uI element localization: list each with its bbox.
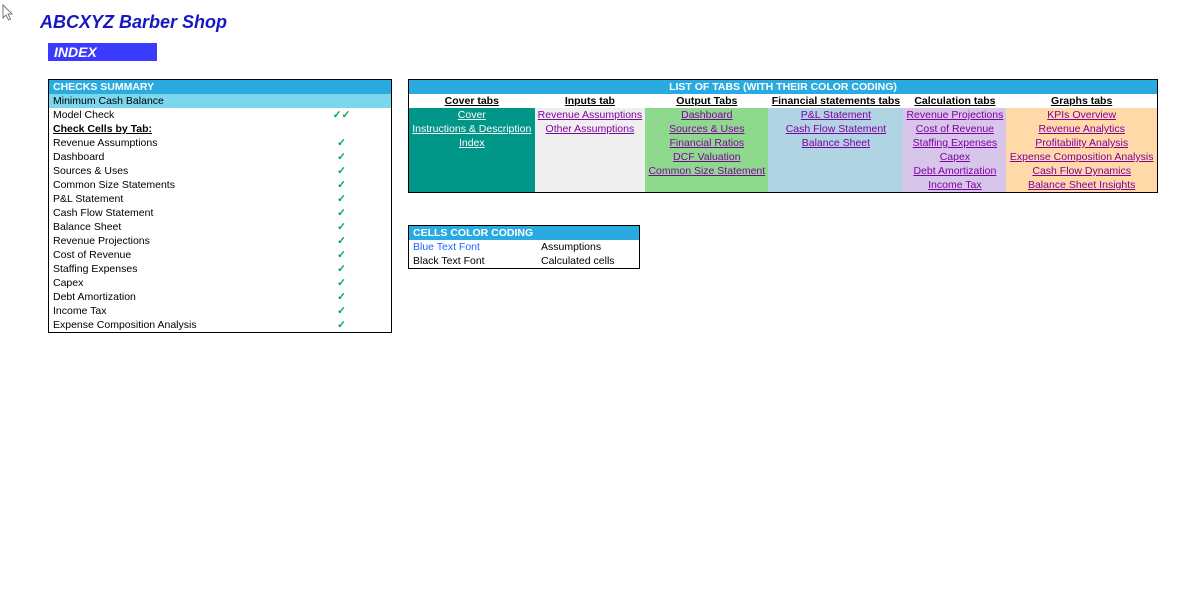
list-of-tabs-table: LIST OF TABS (WITH THEIR COLOR CODING) C… [408, 79, 1158, 193]
check-mark-icon: ✓ [292, 178, 392, 192]
checks-header: CHECKS SUMMARY [49, 80, 392, 95]
tab-link[interactable]: Cover [458, 109, 486, 121]
tab-link[interactable]: Sources & Uses [669, 123, 744, 135]
tab-link[interactable]: Index [459, 137, 485, 149]
check-mark-icon: ✓ [292, 164, 392, 178]
checks-row-label: Model Check [49, 108, 293, 122]
tabs-column-header: Financial statements tabs [768, 94, 903, 108]
tabs-column-header: Output Tabs [645, 94, 768, 108]
checks-row-label: Revenue Assumptions [49, 136, 293, 150]
tabs-column-header: Calculation tabs [903, 94, 1006, 108]
index-badge: INDEX [48, 43, 157, 61]
checks-row-label: Balance Sheet [49, 220, 293, 234]
checks-summary-table: CHECKS SUMMARY Minimum Cash BalanceModel… [48, 79, 392, 333]
check-mark-icon: ✓ [292, 304, 392, 318]
tab-link[interactable]: Common Size Statement [648, 165, 765, 177]
checks-row-label: Check Cells by Tab: [49, 122, 293, 136]
check-mark-icon: ✓ [292, 276, 392, 290]
checks-row-label: Cash Flow Statement [49, 206, 293, 220]
tab-link[interactable]: Debt Amortization [913, 165, 996, 177]
tab-link[interactable]: Profitability Analysis [1035, 137, 1128, 149]
checks-row-label: Expense Composition Analysis [49, 318, 293, 333]
check-mark-icon: ✓ [292, 248, 392, 262]
tab-link[interactable]: Revenue Assumptions [538, 109, 642, 121]
tab-link[interactable]: Capex [940, 151, 970, 163]
tab-link[interactable]: Other Assumptions [546, 123, 635, 135]
tab-link[interactable]: P&L Statement [801, 109, 871, 121]
check-mark-icon: ✓ [292, 192, 392, 206]
tabs-column-header: Graphs tabs [1006, 94, 1157, 108]
cells-color-coding-table: CELLS COLOR CODING Blue Text FontAssumpt… [408, 225, 640, 269]
check-mark-icon: ✓ [292, 262, 392, 276]
coding-meaning: Calculated cells [537, 254, 640, 269]
tab-link[interactable]: Cost of Revenue [916, 123, 994, 135]
check-mark-icon: ✓ [292, 150, 392, 164]
coding-label: Black Text Font [409, 254, 538, 269]
tab-link[interactable]: Revenue Projections [906, 109, 1003, 121]
checks-row-label: P&L Statement [49, 192, 293, 206]
tab-link[interactable]: Financial Ratios [669, 137, 744, 149]
tab-link[interactable]: Dashboard [681, 109, 732, 121]
checks-row-label: Income Tax [49, 304, 293, 318]
page-title: ABCXYZ Barber Shop [40, 12, 1200, 33]
tab-link[interactable]: DCF Valuation [673, 151, 741, 163]
check-mark-icon: ✓ [292, 234, 392, 248]
tab-link[interactable]: Balance Sheet [802, 137, 870, 149]
tabs-title: LIST OF TABS (WITH THEIR COLOR CODING) [409, 80, 1158, 95]
coding-label: Blue Text Font [409, 240, 538, 254]
check-mark-icon: ✓ [292, 220, 392, 234]
check-mark-icon: ✓✓ [292, 108, 392, 122]
check-mark-icon: ✓ [292, 206, 392, 220]
coding-meaning: Assumptions [537, 240, 640, 254]
check-mark-icon [292, 94, 392, 108]
checks-row-label: Staffing Expenses [49, 262, 293, 276]
check-mark-icon: ✓ [292, 290, 392, 304]
tabs-column-header: Cover tabs [409, 94, 535, 108]
tab-link[interactable]: Balance Sheet Insights [1028, 179, 1135, 191]
check-mark-icon: ✓ [292, 136, 392, 150]
checks-row-label: Dashboard [49, 150, 293, 164]
tabs-column-header: Inputs tab [535, 94, 646, 108]
tab-link[interactable]: Instructions & Description [412, 123, 531, 135]
checks-row-label: Sources & Uses [49, 164, 293, 178]
tab-link[interactable]: Revenue Analytics [1038, 123, 1124, 135]
tab-link[interactable]: Expense Composition Analysis [1010, 151, 1154, 163]
checks-row-label: Revenue Projections [49, 234, 293, 248]
tab-link[interactable]: Income Tax [928, 179, 982, 191]
coding-header: CELLS COLOR CODING [409, 226, 640, 241]
tab-link[interactable]: Staffing Expenses [913, 137, 997, 149]
tab-link[interactable]: KPIs Overview [1047, 109, 1116, 121]
check-mark-icon [292, 122, 392, 136]
check-mark-icon: ✓ [292, 318, 392, 333]
checks-row-label: Minimum Cash Balance [49, 94, 293, 108]
tab-link[interactable]: Cash Flow Statement [786, 123, 886, 135]
cursor-icon [2, 4, 16, 22]
checks-row-label: Common Size Statements [49, 178, 293, 192]
checks-row-label: Debt Amortization [49, 290, 293, 304]
checks-row-label: Cost of Revenue [49, 248, 293, 262]
tab-link[interactable]: Cash Flow Dynamics [1032, 165, 1131, 177]
checks-row-label: Capex [49, 276, 293, 290]
